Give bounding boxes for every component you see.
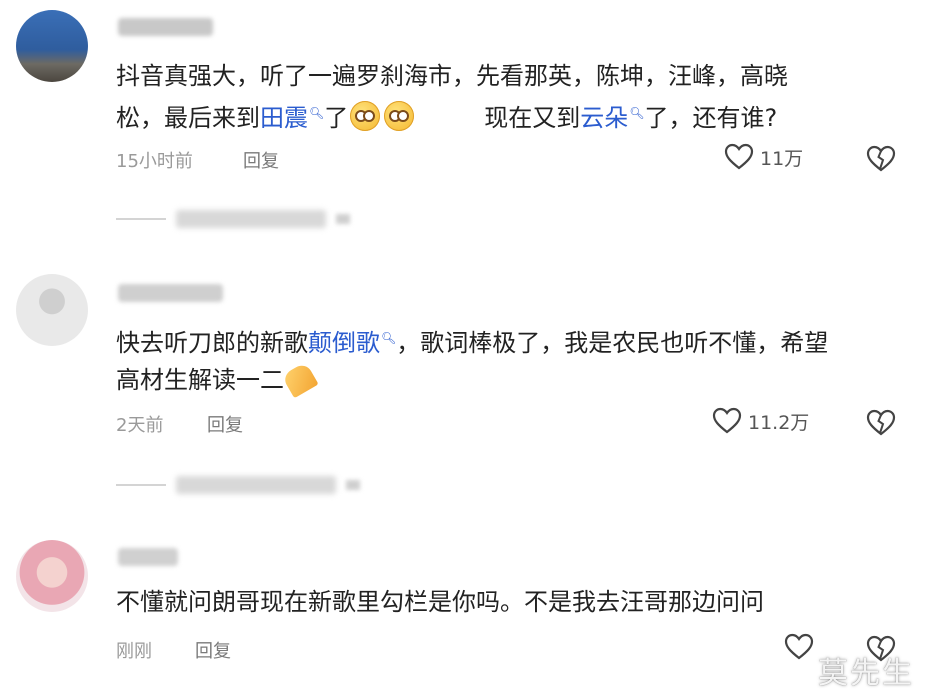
search-icon: 🔍︎ <box>381 331 397 345</box>
broken-heart-icon[interactable] <box>866 145 896 173</box>
heart-outline-icon <box>784 633 814 660</box>
smiling-face-emoji <box>384 101 415 131</box>
search-link[interactable]: 云朵 <box>580 104 628 132</box>
expand-replies-blurred[interactable] <box>116 206 350 232</box>
comment-text: 快去听刀郎的新歌颠倒歌🔍︎，歌词棒极了，我是农民也听不懂，希望 高材生解读一二 <box>116 320 828 399</box>
smiling-face-emoji <box>350 101 381 131</box>
reply-button[interactable]: 回复 <box>243 147 279 173</box>
like-count: 11.2万 <box>748 411 810 434</box>
heart-outline-icon <box>712 407 742 434</box>
search-icon: 🔍︎ <box>309 106 325 120</box>
username-blurred[interactable] <box>118 18 213 36</box>
broken-heart-icon[interactable] <box>866 409 896 437</box>
reply-button[interactable]: 回复 <box>195 637 231 663</box>
reply-button[interactable]: 回复 <box>207 411 243 437</box>
watermark: 莫先生 <box>818 656 914 691</box>
avatar[interactable] <box>16 274 88 346</box>
heart-outline-icon <box>724 143 754 170</box>
timestamp: 刚刚 <box>116 641 152 662</box>
search-link[interactable]: 颠倒歌 <box>308 329 380 357</box>
username-blurred[interactable] <box>118 548 178 566</box>
comment-text-line: 松，最后来到田震🔍︎了 现在又到云朵🔍︎了，还有谁? <box>116 95 788 137</box>
comment-text-line: 抖音真强大，听了一遍罗刹海市，先看那英，陈坤，汪峰，高晓 <box>116 62 788 90</box>
timestamp: 15小时前 <box>116 151 193 172</box>
comment-text: 不懂就问朗哥现在新歌里勾栏是你吗。不是我去汪哥那边问问 <box>116 584 764 621</box>
comment-text-line: 快去听刀郎的新歌颠倒歌🔍︎，歌词棒极了，我是农民也听不懂，希望 <box>116 329 829 357</box>
folded-hands-emoji <box>281 361 319 399</box>
like-count: 11万 <box>760 147 804 170</box>
timestamp: 2天前 <box>116 415 164 436</box>
expand-replies-blurred[interactable] <box>116 472 360 498</box>
comment-text-line: 高材生解读一二 <box>116 361 828 399</box>
search-link[interactable]: 田震 <box>260 104 308 132</box>
avatar[interactable] <box>16 540 88 612</box>
username-blurred[interactable] <box>118 284 223 302</box>
search-icon: 🔍︎ <box>629 106 645 120</box>
like-button[interactable] <box>784 633 814 661</box>
like-button[interactable]: 11万 <box>724 143 803 171</box>
like-button[interactable]: 11.2万 <box>712 407 809 435</box>
comment-text: 抖音真强大，听了一遍罗刹海市，先看那英，陈坤，汪峰，高晓 松，最后来到田震🔍︎了… <box>116 58 788 137</box>
avatar[interactable] <box>16 10 88 82</box>
comment-text-line: 不懂就问朗哥现在新歌里勾栏是你吗。不是我去汪哥那边问问 <box>116 588 764 616</box>
